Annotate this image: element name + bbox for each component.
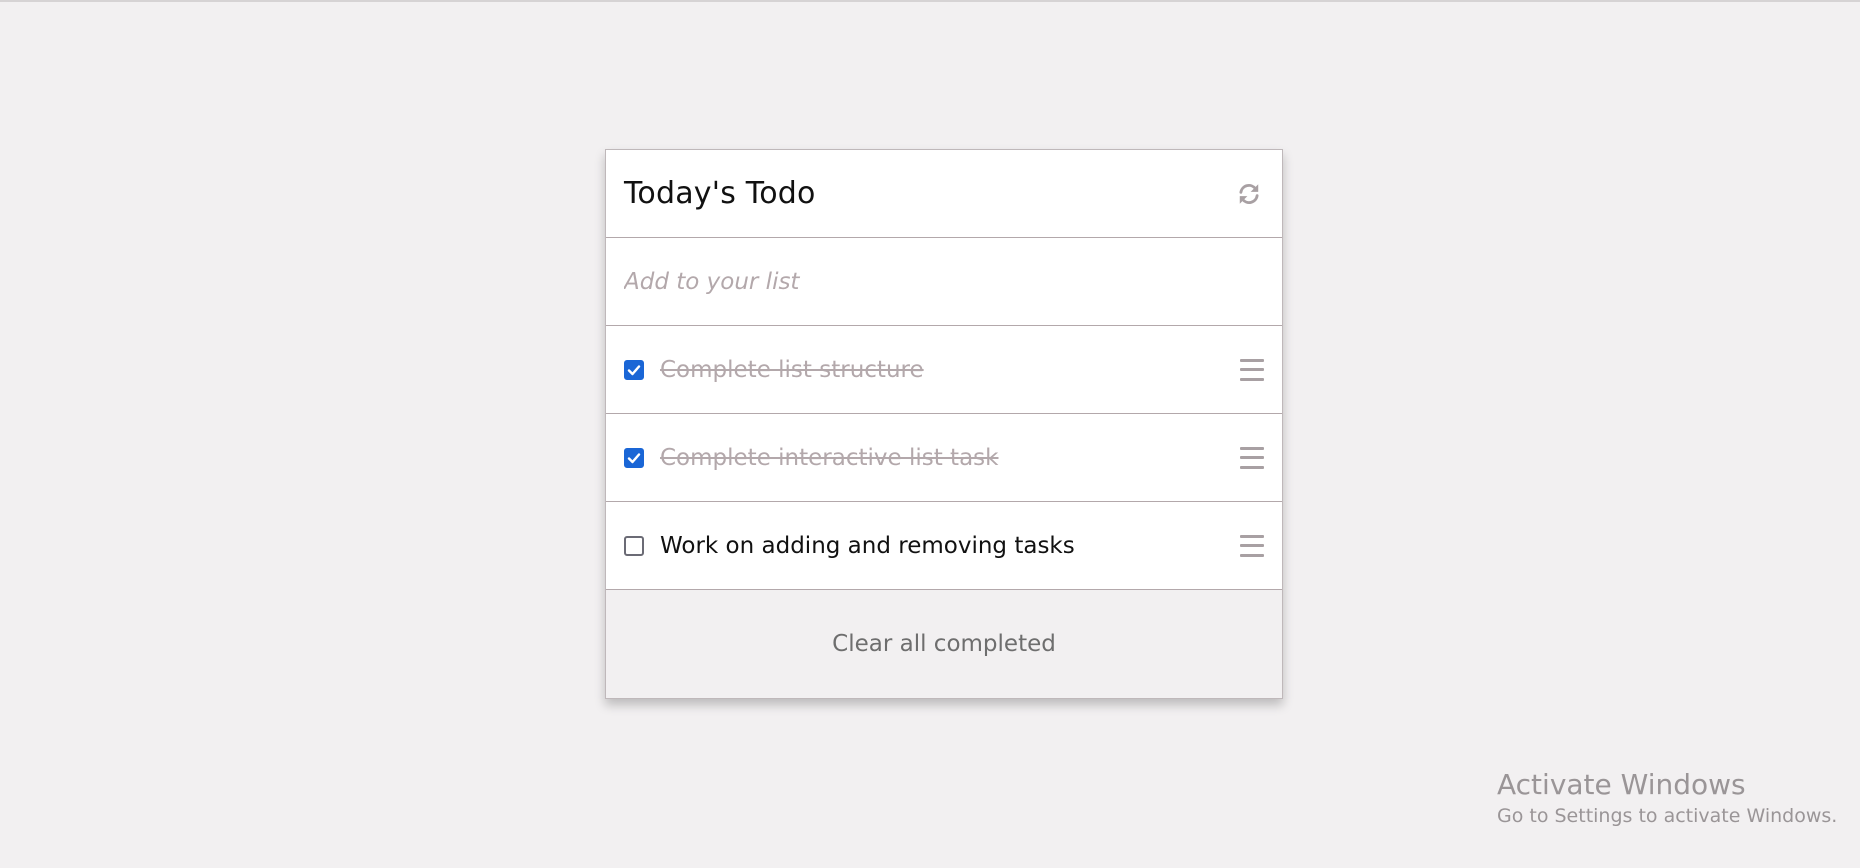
todo-card: Today's Todo Complete list structure [605, 149, 1283, 699]
todo-item: Complete list structure [606, 326, 1282, 414]
top-divider [0, 0, 1860, 2]
item-label: Complete list structure [660, 356, 924, 383]
item-checkbox[interactable] [624, 359, 644, 380]
activation-watermark: Activate Windows Go to Settings to activ… [1497, 768, 1837, 827]
todo-item: Complete interactive list task [606, 414, 1282, 502]
item-checkbox[interactable] [624, 535, 644, 556]
page-title: Today's Todo [624, 176, 816, 211]
todo-item: Work on adding and removing tasks [606, 502, 1282, 590]
watermark-subtitle: Go to Settings to activate Windows. [1497, 805, 1838, 827]
todo-header: Today's Todo [606, 150, 1282, 238]
item-checkbox[interactable] [624, 447, 644, 468]
item-label: Work on adding and removing tasks [660, 532, 1075, 559]
checkmark-icon [627, 452, 641, 463]
drag-handle-icon[interactable] [1240, 534, 1264, 557]
drag-handle-icon[interactable] [1240, 446, 1264, 469]
add-item-row [606, 238, 1282, 326]
checkmark-icon [627, 364, 641, 375]
watermark-title: Activate Windows [1497, 768, 1746, 801]
clear-completed-button[interactable]: Clear all completed [826, 630, 1062, 658]
add-item-input[interactable] [624, 268, 1264, 295]
todo-footer: Clear all completed [606, 590, 1282, 698]
refresh-icon [1239, 183, 1259, 204]
refresh-button[interactable] [1234, 179, 1264, 209]
item-label: Complete interactive list task [660, 444, 999, 471]
drag-handle-icon[interactable] [1240, 358, 1264, 381]
